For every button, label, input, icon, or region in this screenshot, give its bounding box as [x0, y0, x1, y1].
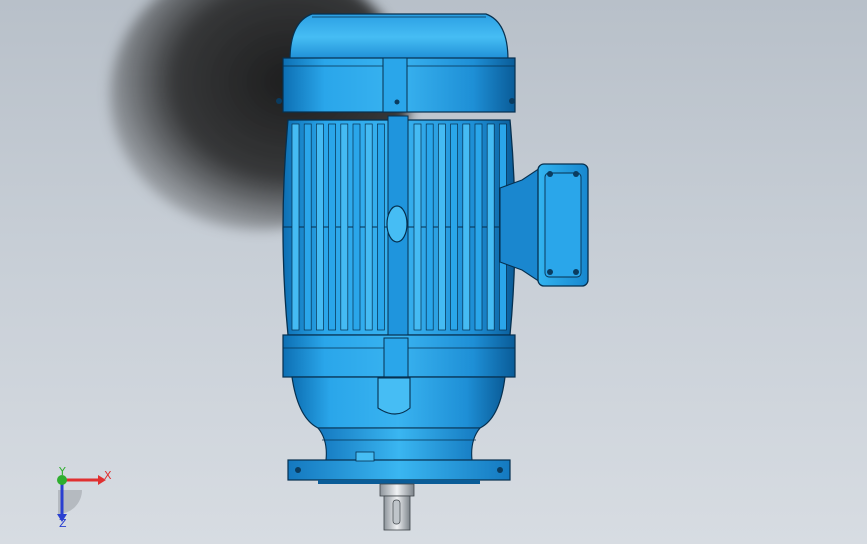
cooling-fin	[438, 123, 446, 331]
center-rib	[386, 115, 409, 339]
cooling-fin	[450, 123, 458, 331]
cooling-fin	[352, 123, 361, 331]
cooling-fin	[413, 123, 422, 331]
cooling-fin	[340, 123, 349, 331]
flange-neck	[316, 427, 482, 461]
cooling-fin	[291, 123, 300, 331]
cooling-fin	[425, 123, 434, 331]
lower-housing-band	[282, 334, 516, 379]
electric-motor-model[interactable]	[0, 0, 867, 544]
upper-housing-band	[276, 57, 516, 113]
fan-cover	[289, 13, 509, 61]
cooling-fin	[377, 123, 385, 331]
cooling-fin	[474, 123, 483, 331]
cooling-fin	[316, 123, 324, 331]
cooling-fin	[486, 123, 495, 331]
end-shield	[291, 376, 506, 429]
graphics-viewport[interactable]: X Y Z	[0, 0, 867, 544]
cooling-fin	[303, 123, 312, 331]
cooling-fin	[328, 123, 336, 331]
coordinate-triad: X Y Z	[44, 462, 124, 534]
y-axis-label: Y	[59, 465, 66, 478]
cooling-fin	[364, 123, 373, 331]
z-axis-label: Z	[59, 517, 67, 530]
x-axis-label: X	[104, 469, 112, 482]
cooling-fin	[462, 123, 471, 331]
output-shaft	[379, 483, 415, 531]
